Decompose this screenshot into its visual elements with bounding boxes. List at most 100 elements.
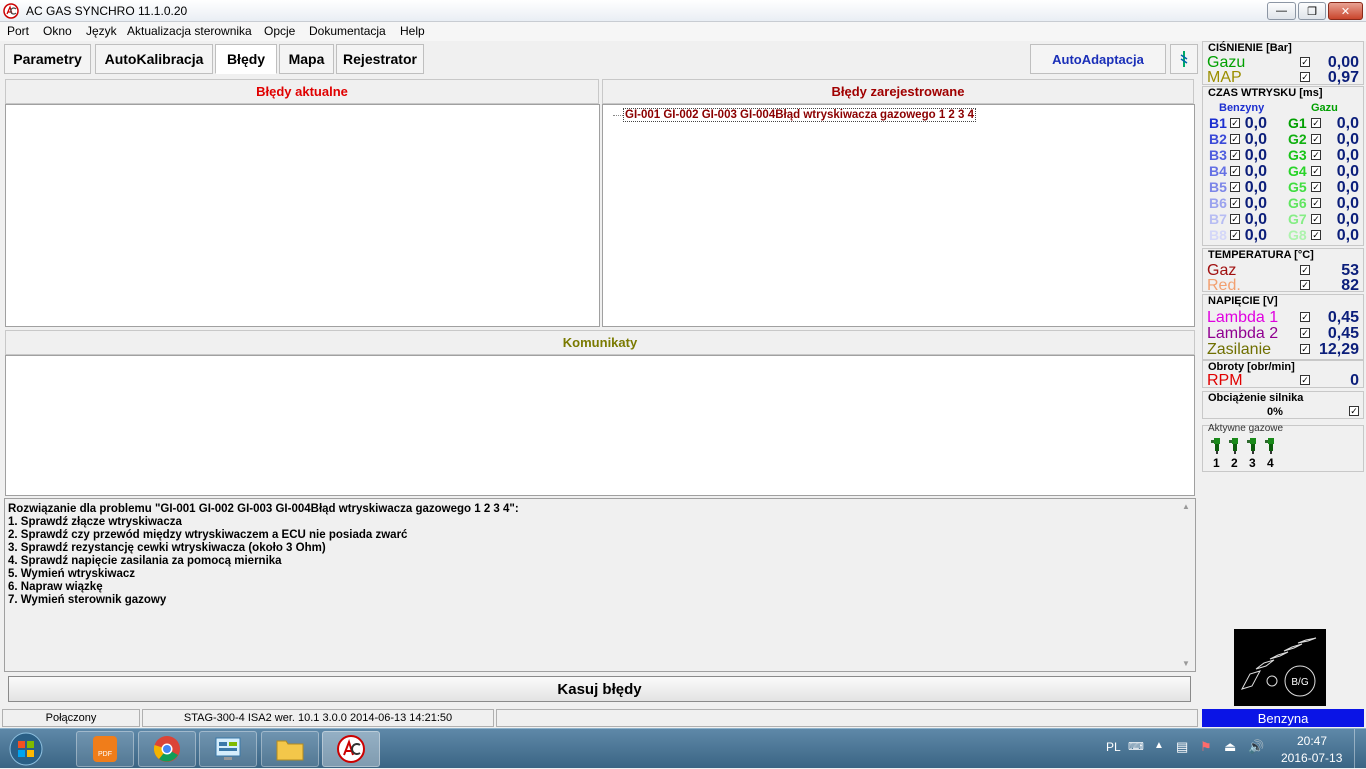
menu-opcje[interactable]: Opcje — [264, 24, 295, 38]
petrol-injector-label: B8 — [1209, 227, 1227, 243]
errors-registered-tree[interactable]: GI-001 GI-002 GI-003 GI-004Błąd wtryskiw… — [602, 104, 1195, 327]
temperature-title: TEMPERATURA [°C] — [1208, 249, 1314, 261]
menu-dokumentacja[interactable]: Dokumentacja — [309, 24, 386, 38]
gas-injector-label: G7 — [1288, 211, 1307, 227]
petrol-injector-label: B4 — [1209, 163, 1227, 179]
gas-temp-checkbox[interactable]: ✓ — [1300, 265, 1310, 275]
tab-rejestrator[interactable]: Rejestrator — [336, 44, 424, 74]
errors-registered-header: Błędy zarejestrowane — [602, 79, 1194, 104]
network-icon[interactable]: ▤ — [1176, 739, 1188, 755]
maximize-button[interactable]: ❐ — [1298, 2, 1326, 20]
messages-area[interactable] — [5, 355, 1195, 496]
menu-jezyk[interactable]: Język — [86, 24, 117, 38]
errors-current-list[interactable] — [5, 104, 600, 327]
sidebar: CIŚNIENIE [Bar] Gazu ✓ 0,00 MAP ✓ 0,97 C… — [1200, 41, 1366, 706]
map-checkbox[interactable]: ✓ — [1300, 72, 1310, 82]
pressure-title: CIŚNIENIE [Bar] — [1208, 42, 1292, 54]
keyboard-icon[interactable]: ⌨ — [1128, 740, 1144, 753]
taskbar-pdf-app[interactable]: PDF — [76, 731, 134, 767]
rpm-checkbox[interactable]: ✓ — [1300, 375, 1310, 385]
gas-header: Gazu — [1311, 102, 1338, 114]
fuel-mode-indicator: Benzyna — [1202, 709, 1364, 727]
engine-load-checkbox[interactable]: ✓ — [1349, 406, 1359, 416]
injector-number: 4 — [1267, 456, 1274, 470]
map-label: MAP — [1207, 69, 1242, 86]
injector-icon — [1229, 438, 1238, 454]
autoadaptacja-button[interactable]: AutoAdaptacja — [1030, 44, 1166, 74]
connection-status: Połączony — [2, 709, 140, 727]
taskbar-chrome[interactable] — [138, 731, 196, 767]
clock-time[interactable]: 20:47 — [1297, 734, 1327, 748]
taskbar-ac-gas-synchro[interactable] — [322, 731, 380, 767]
scroll-down-icon[interactable]: ▼ — [1182, 659, 1190, 668]
tray-expand-icon[interactable]: ▲ — [1154, 740, 1164, 751]
messages-header: Komunikaty — [5, 330, 1195, 355]
petrol-injector-value: 0,0 — [1244, 227, 1267, 244]
windows-start-icon — [9, 732, 43, 766]
minimize-button[interactable]: — — [1267, 2, 1296, 20]
engine-load-box: Obciążenie silnika 0% ✓ — [1202, 391, 1364, 419]
voltage-title: NAPIĘCIE [V] — [1208, 295, 1278, 307]
injector-icon — [1265, 438, 1274, 454]
gas-injector-checkbox[interactable]: ✓ — [1311, 182, 1321, 192]
injector-toggle-button[interactable] — [1170, 44, 1198, 74]
reducer-temp-checkbox[interactable]: ✓ — [1300, 280, 1310, 290]
reducer-temp-label: Red. — [1207, 277, 1241, 294]
petrol-injector-label: B3 — [1209, 147, 1227, 163]
gas-injector-4: 4 — [1265, 438, 1277, 470]
tab-autokalibracja[interactable]: AutoKalibracja — [95, 44, 213, 74]
close-icon: ✕ — [1340, 5, 1351, 18]
close-button[interactable]: ✕ — [1328, 2, 1363, 20]
control-panel-icon — [215, 737, 241, 760]
petrol-injector-label: B7 — [1209, 211, 1227, 227]
gas-injector-checkbox[interactable]: ✓ — [1311, 118, 1321, 128]
gas-pressure-checkbox[interactable]: ✓ — [1300, 57, 1310, 67]
gas-injector-checkbox[interactable]: ✓ — [1311, 166, 1321, 176]
gas-injector-checkbox[interactable]: ✓ — [1311, 214, 1321, 224]
status-bar: Połączony STAG-300-4 ISA2 wer. 10.1 3.0.… — [0, 708, 1366, 728]
solution-content: Rozwiązanie dla problemu "GI-001 GI-002 … — [8, 503, 519, 607]
scroll-up-icon[interactable]: ▲ — [1182, 502, 1190, 511]
gas-injector-checkbox[interactable]: ✓ — [1311, 134, 1321, 144]
gas-injector-checkbox[interactable]: ✓ — [1311, 150, 1321, 160]
lambda1-checkbox[interactable]: ✓ — [1300, 312, 1310, 322]
gas-injector-checkbox[interactable]: ✓ — [1311, 230, 1321, 240]
solution-step: 3. Sprawdź rezystancję cewki wtryskiwacz… — [8, 542, 326, 554]
errors-current-header: Błędy aktualne — [5, 79, 599, 104]
show-desktop-button[interactable] — [1354, 729, 1366, 769]
menu-aktualizacja[interactable]: Aktualizacja sterownika — [127, 24, 252, 38]
window-title: AC GAS SYNCHRO 11.1.0.20 — [26, 4, 188, 18]
volume-icon[interactable]: 🔊 — [1248, 739, 1264, 755]
clock-date[interactable]: 2016-07-13 — [1281, 751, 1342, 765]
vertical-scrollbar[interactable]: ▲ ▼ — [1178, 500, 1194, 670]
menu-okno[interactable]: Okno — [43, 24, 72, 38]
taskbar-explorer[interactable] — [261, 731, 319, 767]
fuel-switch-panel[interactable]: B/G — [1234, 629, 1326, 706]
injector-number: 2 — [1231, 456, 1238, 470]
menu-bar: Port Okno Język Aktualizacja sterownika … — [0, 22, 1366, 41]
injector-icon — [1180, 51, 1188, 67]
tab-bledy[interactable]: Błędy — [215, 44, 277, 74]
gas-injector-checkbox[interactable]: ✓ — [1311, 198, 1321, 208]
supply-label: Zasilanie — [1207, 341, 1272, 358]
pressure-box: CIŚNIENIE [Bar] Gazu ✓ 0,00 MAP ✓ 0,97 — [1202, 41, 1364, 86]
error-item[interactable]: GI-001 GI-002 GI-003 GI-004Błąd wtryskiw… — [623, 108, 976, 122]
clear-errors-button[interactable]: Kasuj błędy — [8, 676, 1191, 702]
taskbar-control-panel[interactable] — [199, 731, 257, 767]
taskbar: PDF PL ⌨ ▲ ▤ ⚑ ⏏ 🔊 20:47 2016-07-13 — [0, 728, 1366, 769]
gas-injector-label: G8 — [1288, 227, 1307, 243]
menu-port[interactable]: Port — [7, 24, 29, 38]
solution-text[interactable]: Rozwiązanie dla problemu "GI-001 GI-002 … — [4, 498, 1196, 672]
tab-parametry[interactable]: Parametry — [4, 44, 91, 74]
action-center-icon[interactable]: ⚑ — [1200, 739, 1212, 755]
start-button[interactable] — [6, 731, 46, 767]
menu-help[interactable]: Help — [400, 24, 425, 38]
lambda2-checkbox[interactable]: ✓ — [1300, 328, 1310, 338]
language-indicator[interactable]: PL — [1106, 740, 1121, 754]
map-value: 0,97 — [1327, 69, 1359, 86]
ac-logo-icon — [3, 3, 19, 19]
supply-checkbox[interactable]: ✓ — [1300, 344, 1310, 354]
temperature-box: TEMPERATURA [°C] Gaz ✓ 53 Red. ✓ 82 — [1202, 248, 1364, 294]
tab-mapa[interactable]: Mapa — [279, 44, 334, 74]
usb-icon[interactable]: ⏏ — [1224, 739, 1236, 755]
